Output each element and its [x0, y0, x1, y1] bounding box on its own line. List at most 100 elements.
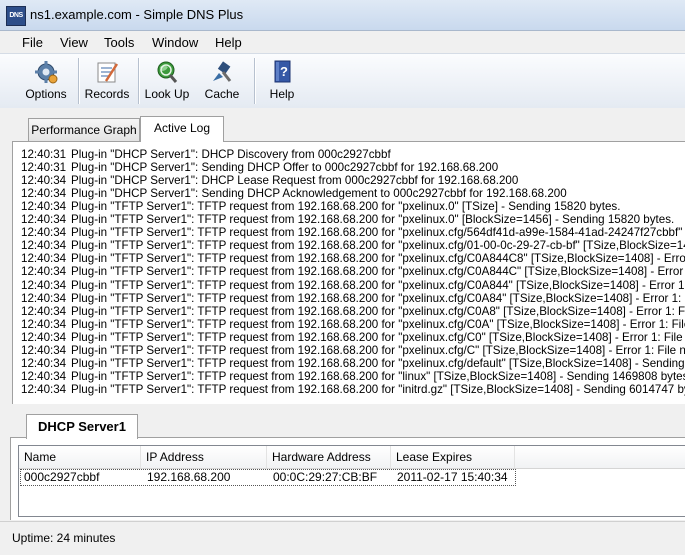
log-time: 12:40:34 — [21, 278, 67, 292]
log-time: 12:40:34 — [21, 317, 67, 331]
log-message: Plug-in "TFTP Server1": TFTP request fro… — [71, 304, 685, 318]
options-button[interactable]: Options — [22, 57, 70, 105]
log-entry: 12:40:34 Plug-in "TFTP Server1": TFTP req… — [21, 292, 685, 305]
log-entry: 12:40:34 Plug-in "TFTP Server1": TFTP req… — [21, 370, 685, 383]
log-time: 12:40:34 — [21, 213, 67, 227]
log-entry: 12:40:31 Plug-in "DHCP Server1": DHCP Dis… — [21, 148, 391, 161]
menu-bar: File View Tools Window Help — [0, 31, 685, 53]
log-time: 12:40:34 — [21, 265, 67, 279]
log-entry: 12:40:34 Plug-in "TFTP Server1": TFTP req… — [21, 252, 685, 265]
log-message: Plug-in "TFTP Server1": TFTP request fro… — [71, 291, 685, 305]
log-entry: 12:40:34 Plug-in "TFTP Server1": TFTP req… — [21, 331, 685, 344]
log-time: 12:40:34 — [21, 174, 67, 188]
log-message: Plug-in "TFTP Server1": TFTP request fro… — [71, 278, 685, 292]
dhcp-lease-list[interactable]: Name IP Address Hardware Address Lease E… — [18, 445, 685, 517]
list-header: Name IP Address Hardware Address Lease E… — [19, 446, 685, 469]
log-entry: 12:40:34 Plug-in "DHCP Server1": DHCP Lea… — [21, 174, 518, 187]
menu-view[interactable]: View — [60, 35, 88, 50]
toolbar-separator — [254, 58, 256, 104]
log-time: 12:40:34 — [21, 291, 67, 305]
log-message: Plug-in "TFTP Server1": TFTP request fro… — [71, 226, 685, 240]
log-message: Plug-in "TFTP Server1": TFTP request fro… — [71, 252, 685, 266]
log-entry: 12:40:34 Plug-in "TFTP Server1": TFTP req… — [21, 305, 685, 318]
cache-icon — [209, 59, 235, 85]
help-button[interactable]: ? Help — [262, 57, 302, 105]
log-entry: 12:40:34 Plug-in "TFTP Server1": TFTP req… — [21, 279, 685, 292]
column-hardware-address[interactable]: Hardware Address — [267, 446, 391, 468]
column-ip-address[interactable]: IP Address — [141, 446, 267, 468]
view-tabstrip: Performance Graph Active Log — [0, 108, 685, 142]
gear-icon — [33, 59, 59, 85]
log-time: 12:40:34 — [21, 356, 67, 370]
menu-tools[interactable]: Tools — [104, 35, 134, 50]
log-entry: 12:40:31 Plug-in "DHCP Server1": Sending … — [21, 161, 498, 174]
tab-dhcp-server1[interactable]: DHCP Server1 — [26, 414, 138, 439]
records-button[interactable]: Records — [82, 57, 132, 105]
log-entry: 12:40:34 Plug-in "TFTP Server1": TFTP req… — [21, 200, 620, 213]
active-log-panel[interactable]: 12:40:31 Plug-in "DHCP Server1": DHCP Dis… — [12, 141, 685, 405]
window-title: ns1.example.com - Simple DNS Plus — [30, 7, 244, 22]
log-message: Plug-in "TFTP Server1": TFTP request fro… — [71, 343, 685, 357]
look-up-label: Look Up — [144, 87, 190, 101]
log-time: 12:40:34 — [21, 369, 67, 383]
log-time: 12:40:34 — [21, 226, 67, 240]
toolbar: Options Records Look Up Cache ? Help — [0, 53, 685, 109]
log-message: Plug-in "TFTP Server1": TFTP request fro… — [71, 356, 685, 370]
app-icon[interactable]: DNS — [6, 6, 26, 26]
tab-active-log[interactable]: Active Log — [140, 116, 224, 142]
log-entry: 12:40:34 Plug-in "TFTP Server1": TFTP req… — [21, 318, 685, 331]
log-message: Plug-in "TFTP Server1": TFTP request fro… — [71, 369, 685, 383]
column-lease-expires[interactable]: Lease Expires — [391, 446, 515, 468]
table-row[interactable]: 000c2927cbbf 192.168.68.200 00:0C:29:27:… — [20, 469, 516, 486]
log-time: 12:40:31 — [21, 161, 67, 175]
toolbar-separator — [138, 58, 140, 104]
log-message: Plug-in "TFTP Server1": TFTP request fro… — [71, 382, 685, 396]
log-message: Plug-in "TFTP Server1": TFTP request fro… — [71, 265, 685, 279]
log-entry: 12:40:34 Plug-in "TFTP Server1": TFTP req… — [21, 213, 674, 226]
records-icon — [94, 59, 120, 85]
log-message: Plug-in "TFTP Server1": TFTP request fro… — [71, 317, 685, 331]
cache-button[interactable]: Cache — [198, 57, 246, 105]
menu-file[interactable]: File — [22, 35, 43, 50]
menu-window[interactable]: Window — [152, 35, 198, 50]
cell-lease-expires: 2011-02-17 15:40:34 — [397, 470, 508, 484]
log-message: Plug-in "TFTP Server1": TFTP request fro… — [71, 239, 685, 253]
column-name[interactable]: Name — [19, 446, 141, 468]
log-entry: 12:40:34 Plug-in "TFTP Server1": TFTP req… — [21, 226, 685, 239]
menu-help[interactable]: Help — [215, 35, 242, 50]
log-message: Plug-in "TFTP Server1": TFTP request fro… — [71, 330, 685, 344]
title-bar[interactable]: DNS ns1.example.com - Simple DNS Plus — [0, 0, 685, 31]
log-time: 12:40:34 — [21, 187, 67, 201]
cache-label: Cache — [204, 87, 240, 101]
help-label: Help — [269, 87, 295, 101]
panel-splitter[interactable] — [0, 404, 685, 412]
log-time: 12:40:31 — [21, 148, 67, 161]
uptime-status: Uptime: 24 minutes — [12, 531, 116, 545]
log-time: 12:40:34 — [21, 382, 67, 396]
log-message: Plug-in "DHCP Server1": DHCP Discovery f… — [71, 148, 391, 161]
log-time: 12:40:34 — [21, 330, 67, 344]
status-bar: Uptime: 24 minutes — [0, 521, 685, 555]
log-entry: 12:40:34 Plug-in "TFTP Server1": TFTP req… — [21, 357, 685, 370]
log-message: Plug-in "DHCP Server1": Sending DHCP Ack… — [71, 187, 567, 201]
log-time: 12:40:34 — [21, 239, 67, 253]
log-message: Plug-in "DHCP Server1": Sending DHCP Off… — [71, 161, 499, 175]
log-entry: 12:40:34 Plug-in "TFTP Server1": TFTP req… — [21, 383, 685, 396]
log-message: Plug-in "DHCP Server1": DHCP Lease Reque… — [71, 174, 519, 188]
options-label: Options — [25, 87, 67, 101]
look-up-button[interactable]: Look Up — [142, 57, 192, 105]
log-time: 12:40:34 — [21, 200, 67, 214]
log-time: 12:40:34 — [21, 252, 67, 266]
log-message: Plug-in "TFTP Server1": TFTP request fro… — [71, 213, 675, 227]
log-time: 12:40:34 — [21, 343, 67, 357]
cell-hardware-address: 00:0C:29:27:CB:BF — [273, 470, 378, 484]
log-message: Plug-in "TFTP Server1": TFTP request fro… — [71, 200, 621, 214]
records-label: Records — [84, 87, 130, 101]
lookup-globe-icon — [154, 59, 180, 85]
log-time: 12:40:34 — [21, 304, 67, 318]
app-window: DNS ns1.example.com - Simple DNS Plus Fi… — [0, 0, 685, 555]
cell-ip-address: 192.168.68.200 — [147, 470, 231, 484]
tab-performance-graph[interactable]: Performance Graph — [28, 118, 140, 141]
log-entry: 12:40:34 Plug-in "TFTP Server1": TFTP req… — [21, 239, 685, 252]
log-entry: 12:40:34 Plug-in "TFTP Server1": TFTP req… — [21, 265, 685, 278]
